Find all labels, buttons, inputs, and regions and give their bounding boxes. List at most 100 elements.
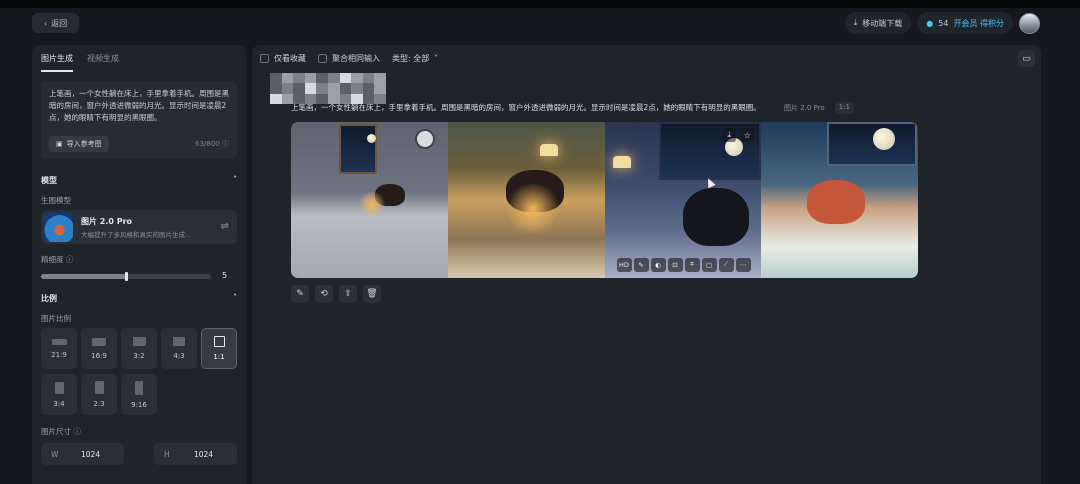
model-thumbnail — [43, 212, 73, 242]
type-filter-label: 类型: 全部 — [392, 54, 430, 63]
moon — [367, 134, 376, 143]
ratio-16-9[interactable]: 16:9 — [81, 328, 117, 369]
prompt-input[interactable]: 上笔画，一个女性躺在床上，手里拿着手机。周围是黑暗的房间，窗户外透进微弱的月光。… — [41, 81, 237, 159]
info-icon: ⓘ — [65, 255, 74, 264]
ratio-label: 9:16 — [131, 400, 147, 409]
model-description: 大幅提升了多风格和真实的图片生成... — [81, 231, 192, 239]
generated-image-1[interactable] — [291, 122, 448, 278]
table-lamp — [612, 156, 631, 168]
chevron-up-icon[interactable]: ˄ — [233, 293, 237, 304]
chevron-left-icon: ‹ — [43, 18, 48, 28]
wall-lamp — [539, 144, 558, 156]
top-strip — [0, 0, 1080, 8]
ratio-section-header[interactable]: 比例 ˄ — [41, 293, 237, 304]
tab-video-gen[interactable]: 视频生成 — [87, 53, 119, 72]
points-count: 54 — [938, 18, 949, 28]
image-icon: ▣ — [56, 140, 63, 148]
ratio-label: 3:2 — [133, 352, 145, 360]
avatar[interactable] — [1019, 12, 1040, 34]
points-badge[interactable]: ● 54 开会员 得积分 — [917, 12, 1013, 34]
char-counter: 63/800 ⓘ — [195, 139, 229, 149]
chevron-up-icon[interactable]: ˄ — [233, 175, 237, 186]
favorites-filter[interactable]: 仅看收藏 — [260, 53, 306, 64]
import-label: 导入参考图 — [66, 140, 102, 148]
share-icon[interactable]: ⇪ — [339, 285, 357, 303]
settings-sliders-icon[interactable]: ⇌ — [221, 221, 229, 232]
ratio-3-2[interactable]: 3:2 — [121, 328, 157, 369]
edit-icon[interactable]: ✎ — [291, 285, 309, 303]
generation-meta: 图片 2.0 Pro 1:1 — [780, 102, 854, 114]
eraser-icon[interactable]: ◐ — [650, 257, 666, 272]
model-name: 图片 2.0 Pro — [81, 217, 133, 226]
download-icon: ⤓ — [853, 18, 858, 27]
delete-icon[interactable]: 🗑 — [363, 285, 381, 303]
ratio-shape-icon — [135, 380, 143, 395]
prompt-text[interactable]: 上笔画，一个女性躺在床上，手里拿着手机。周围是黑暗的房间，窗户外透进微弱的月光。… — [49, 88, 229, 124]
ratio-shape-icon — [213, 336, 225, 347]
aggregate-filter[interactable]: 聚合相同输入 — [318, 53, 380, 64]
magic-wand-icon[interactable]: ✎ — [633, 257, 649, 272]
chevron-down-icon: ˅ — [434, 54, 439, 63]
clock — [415, 129, 435, 149]
mode-tabs: 图片生成 视频生成 — [41, 53, 119, 72]
filter-bar: 仅看收藏 聚合相同输入 类型: 全部 ˅ — [260, 53, 438, 64]
ratio-label: 4:3 — [173, 352, 185, 360]
vip-link[interactable]: 开会员 得积分 — [953, 18, 1004, 29]
ratio-shape-icon — [132, 337, 146, 346]
generation-prompt[interactable]: 上笔画，一个女性躺在床上，手里拿着手机。周围是黑暗的房间，窗户外透进微弱的月光。… — [291, 102, 836, 113]
generation-ratio: 1:1 — [834, 102, 854, 114]
ratio-4-3[interactable]: 4:3 — [161, 328, 197, 369]
generation-model: 图片 2.0 Pro — [784, 104, 825, 112]
ratio-label: 2:3 — [93, 400, 105, 408]
model-selector[interactable]: 图片 2.0 Pro 大幅提升了多风格和真实的图片生成... ⇌ — [41, 210, 237, 244]
ratio-1-1[interactable]: 1:1 — [201, 328, 237, 369]
generated-image-3[interactable]: ⤓ ☆ HD ✎ ◐ ⊡ ⌗ ▢ ⟋ ⋯ — [604, 122, 762, 278]
slider-thumb[interactable] — [125, 272, 128, 281]
download-app-button[interactable]: ⤓ 移动端下载 — [844, 12, 912, 34]
tab-image-gen[interactable]: 图片生成 — [41, 53, 73, 72]
generated-image-2[interactable] — [447, 122, 605, 278]
ratio-2-3[interactable]: 2:3 — [81, 374, 117, 415]
crop-icon[interactable]: ⌗ — [684, 257, 700, 272]
size-label: 图片尺寸 ⓘ — [41, 426, 81, 437]
type-filter-dropdown[interactable]: 类型: 全部 ˅ — [392, 53, 438, 64]
download-label: 移动端下载 — [862, 18, 903, 28]
image-hover-actions: ⤓ ☆ — [722, 128, 755, 142]
ratio-section-title: 比例 — [41, 294, 57, 303]
width-key: W — [51, 449, 59, 459]
expand-icon[interactable]: ⊡ — [667, 257, 683, 272]
ratio-shape-icon — [92, 337, 106, 346]
window — [339, 124, 377, 174]
ratio-shape-icon — [54, 381, 64, 394]
height-field[interactable]: H 1024 — [154, 443, 237, 465]
info-icon: ⓘ — [73, 427, 81, 436]
favorites-label: 仅看收藏 — [274, 54, 306, 63]
fineness-slider[interactable] — [41, 272, 211, 281]
points-icon: ● — [926, 18, 934, 28]
star-icon[interactable]: ☆ — [740, 128, 755, 142]
ratio-shape-icon — [173, 337, 185, 346]
ratio-shape-icon — [94, 381, 104, 394]
more-icon[interactable]: ⋯ — [735, 257, 751, 272]
checkbox[interactable] — [260, 54, 269, 63]
folder-icon[interactable]: ▭ — [1018, 50, 1035, 67]
frame-icon[interactable]: ▢ — [701, 257, 717, 272]
ratio-21-9[interactable]: 21:9 — [41, 328, 77, 369]
width-field[interactable]: W 1024 — [41, 443, 124, 465]
hd-upscale-button[interactable]: HD — [616, 257, 632, 272]
download-icon[interactable]: ⤓ — [722, 128, 737, 142]
regenerate-icon[interactable]: ⟲ — [315, 285, 333, 303]
ratio-3-4[interactable]: 3:4 — [41, 374, 77, 415]
brush-icon[interactable]: ⟋ — [718, 257, 734, 272]
top-right-actions: ⤓ 移动端下载 ● 54 开会员 得积分 — [844, 12, 1040, 34]
ratio-9-16[interactable]: 9:16 — [121, 374, 157, 415]
generated-images: ⤓ ☆ HD ✎ ◐ ⊡ ⌗ ▢ ⟋ ⋯ — [291, 122, 918, 278]
checkbox[interactable] — [318, 54, 327, 63]
model-section-header[interactable]: 模型 ˄ — [41, 175, 237, 186]
import-reference-button[interactable]: ▣ 导入参考图 — [49, 136, 109, 152]
generated-image-4[interactable] — [761, 122, 918, 278]
width-value[interactable]: 1024 — [81, 450, 100, 459]
back-button[interactable]: ‹ 返回 — [32, 13, 79, 33]
height-value[interactable]: 1024 — [194, 450, 213, 459]
woman-figure — [807, 180, 866, 224]
